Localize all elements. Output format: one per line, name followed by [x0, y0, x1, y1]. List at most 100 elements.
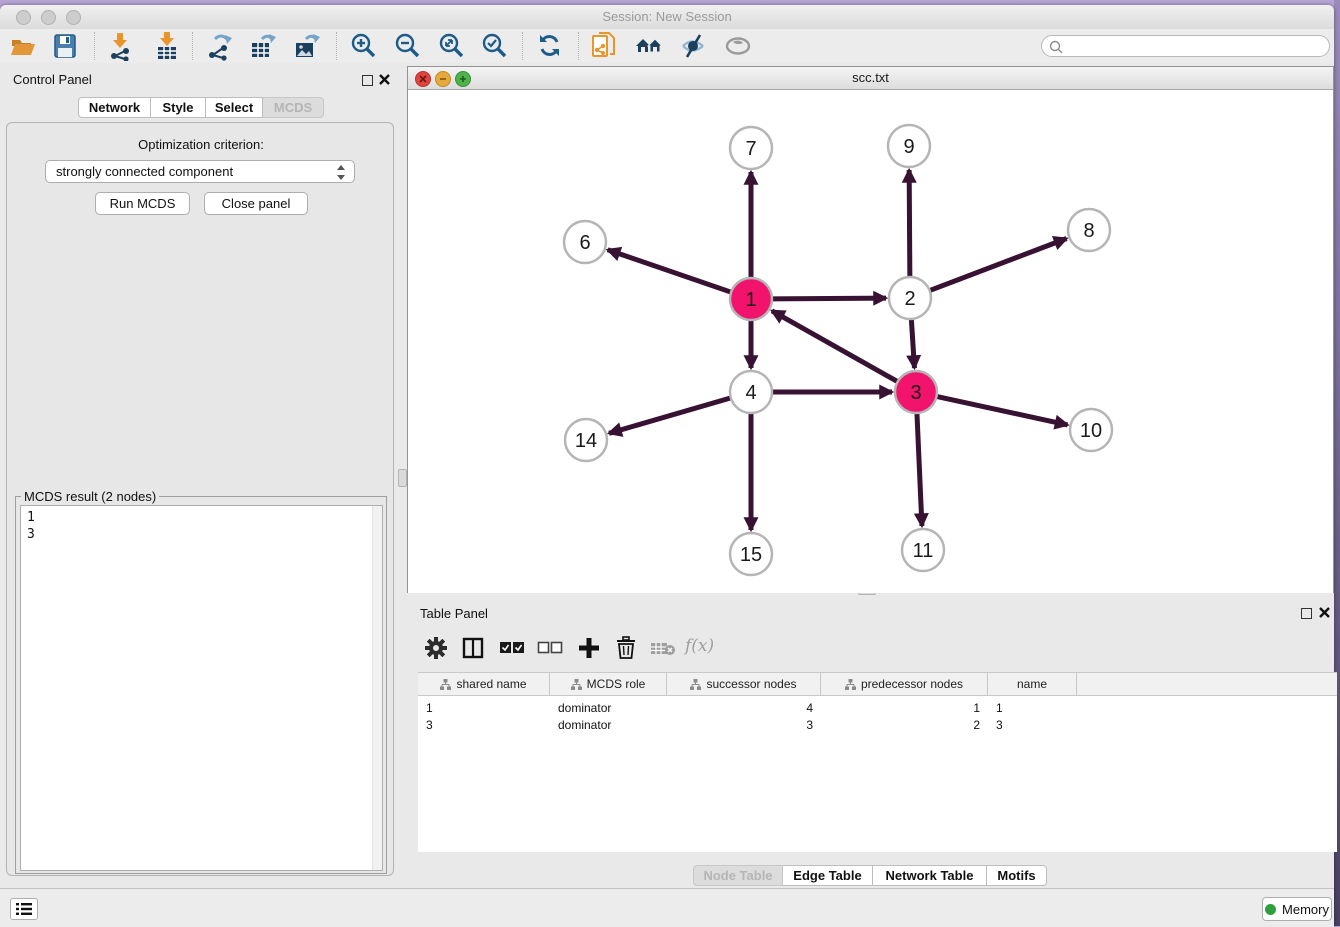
column-header-shared-name[interactable]: shared name: [418, 673, 550, 695]
column-header-successor-nodes[interactable]: successor nodes: [667, 673, 821, 695]
result-scrollbar[interactable]: [372, 506, 382, 870]
import-table-button[interactable]: [151, 30, 183, 62]
close-glyph-icon: [419, 75, 427, 83]
dropdown-value: strongly connected component: [56, 164, 233, 179]
memory-button[interactable]: Memory: [1262, 897, 1332, 921]
cell-mcds-role: dominator: [550, 701, 667, 715]
graph-node-label: 14: [575, 430, 597, 452]
tab-motifs[interactable]: Motifs: [987, 865, 1047, 886]
graph-edge-3-11[interactable]: [917, 413, 922, 526]
function-builder-button[interactable]: f(x): [685, 636, 714, 656]
tab-network-table[interactable]: Network Table: [873, 865, 987, 886]
run-mcds-button[interactable]: Run MCDS: [95, 192, 190, 215]
graph-edge-2-9[interactable]: [909, 170, 910, 277]
float-panel-icon[interactable]: [362, 75, 373, 86]
tab-style[interactable]: Style: [151, 97, 206, 118]
export-network-button[interactable]: [204, 30, 236, 62]
search-input[interactable]: [1066, 37, 1325, 57]
mcds-result-textarea[interactable]: 1 3: [20, 505, 383, 871]
graph-edge-1-2[interactable]: [772, 298, 886, 299]
tab-network[interactable]: Network: [78, 97, 151, 118]
search-icon: [1048, 39, 1064, 55]
graph-node-label: 9: [903, 136, 914, 158]
tab-edge-table[interactable]: Edge Table: [783, 865, 873, 886]
select-all-columns-button[interactable]: [496, 632, 528, 664]
table-settings-button[interactable]: [420, 632, 452, 664]
column-header-predecessor-nodes[interactable]: predecessor nodes: [821, 673, 988, 695]
list-icon: [16, 903, 32, 915]
tab-mcds[interactable]: MCDS: [263, 97, 324, 118]
graph-node-label: 6: [579, 232, 590, 254]
toolbar-separator: [522, 32, 523, 60]
show-columns-button[interactable]: [457, 632, 489, 664]
table-tabs: Node Table Edge Table Network Table Moti…: [693, 865, 1047, 886]
window-titlebar: Session: New Session: [0, 5, 1334, 30]
tab-select[interactable]: Select: [206, 97, 263, 118]
network-close-button[interactable]: [415, 71, 431, 87]
graph-edge-2-3[interactable]: [911, 319, 914, 368]
refresh-view-button[interactable]: [534, 30, 566, 62]
status-bar: Memory: [0, 888, 1334, 927]
close-table-panel-icon[interactable]: [1318, 606, 1331, 619]
open-session-button[interactable]: [7, 30, 39, 62]
graph-node-label: 7: [745, 138, 756, 160]
table-panel-title: Table Panel: [420, 606, 488, 621]
export-image-button[interactable]: [291, 30, 323, 62]
create-column-button[interactable]: [573, 632, 605, 664]
graph-node-label: 10: [1080, 420, 1102, 442]
network-graph[interactable]: 7968124314101511: [408, 90, 1333, 593]
optimization-criterion-select[interactable]: strongly connected component: [45, 160, 355, 183]
task-history-button[interactable]: [10, 898, 38, 920]
save-session-button[interactable]: [49, 30, 81, 62]
table-row[interactable]: 1 dominator 4 1 1: [418, 699, 1337, 716]
column-header-name[interactable]: name: [988, 673, 1077, 695]
toolbar-separator: [336, 32, 337, 60]
network-minimize-button[interactable]: [435, 71, 451, 87]
graph-edge-2-8[interactable]: [930, 239, 1067, 291]
cell-shared-name: 1: [418, 701, 550, 715]
delete-table-button[interactable]: [647, 632, 679, 664]
clone-network-button[interactable]: [589, 30, 621, 62]
unselect-all-columns-button[interactable]: [534, 632, 566, 664]
tree-icon: [845, 679, 856, 690]
optimization-criterion-label: Optimization criterion:: [7, 137, 395, 152]
graph-edge-3-10[interactable]: [937, 396, 1068, 424]
minus-glyph-icon: [439, 75, 447, 83]
close-panel-button[interactable]: Close panel: [204, 192, 308, 215]
network-maximize-button[interactable]: [455, 71, 471, 87]
vertical-splitter-grip[interactable]: [398, 469, 407, 487]
tree-icon: [440, 679, 451, 690]
column-header-mcds-role[interactable]: MCDS role: [550, 673, 667, 695]
zoom-selected-button[interactable]: [478, 30, 510, 62]
cell-predecessor-nodes: 2: [821, 718, 988, 732]
float-table-panel-icon[interactable]: [1301, 608, 1312, 619]
zoom-out-button[interactable]: [391, 30, 423, 62]
result-line: 3: [27, 526, 376, 543]
show-graphics-details-button[interactable]: [722, 30, 754, 62]
zoom-in-button[interactable]: [347, 30, 379, 62]
window-title: Session: New Session: [0, 9, 1334, 24]
graph-node-label: 8: [1083, 220, 1094, 242]
graph-edge-1-6[interactable]: [608, 250, 731, 292]
graph-edge-3-1[interactable]: [772, 311, 898, 382]
cell-successor-nodes: 4: [667, 701, 821, 715]
search-field[interactable]: [1041, 35, 1330, 57]
hide-graphics-details-button[interactable]: [677, 30, 709, 62]
close-panel-icon[interactable]: [378, 73, 391, 86]
cell-successor-nodes: 3: [667, 718, 821, 732]
graph-node-label: 15: [740, 544, 762, 566]
tree-icon: [690, 679, 701, 690]
show-all-networks-button[interactable]: [633, 30, 665, 62]
export-network-icon: [205, 31, 235, 61]
fit-content-button[interactable]: [435, 30, 467, 62]
export-image-icon: [292, 31, 322, 61]
export-table-button[interactable]: [247, 30, 279, 62]
import-network-button[interactable]: [104, 30, 136, 62]
graph-edge-4-14[interactable]: [609, 398, 731, 433]
column-label: name: [1017, 677, 1047, 691]
tab-node-table[interactable]: Node Table: [693, 865, 783, 886]
cell-shared-name: 3: [418, 718, 550, 732]
table-row[interactable]: 3 dominator 3 2 3: [418, 716, 1337, 733]
column-label: successor nodes: [706, 677, 796, 691]
delete-column-button[interactable]: [610, 632, 642, 664]
